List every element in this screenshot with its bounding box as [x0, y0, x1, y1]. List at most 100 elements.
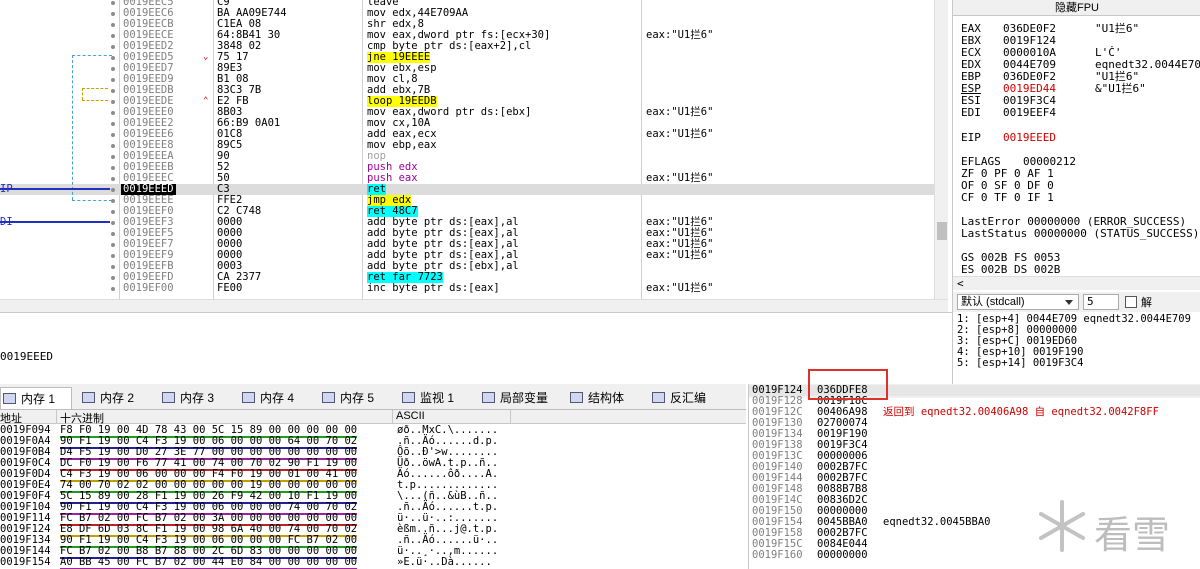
- disasm-icon: [652, 392, 665, 403]
- breakpoint-dot[interactable]: [111, 23, 115, 27]
- watermark-text: 看雪: [1094, 515, 1171, 557]
- breakpoint-dot[interactable]: [111, 243, 115, 247]
- dump-hex[interactable]: A0 BB 45 00 FC B7 02 00 44 E0 84 00 00 0…: [60, 557, 358, 569]
- register-comment: &"U1拦6": [1095, 82, 1146, 95]
- breakpoint-dot[interactable]: [111, 12, 115, 16]
- registers-pane[interactable]: 隐藏FPU EAX 036DE0F2 "U1拦6" EBX 0019F124 ECX 000…: [952, 0, 1200, 292]
- scrollbar-thumb[interactable]: [937, 222, 947, 240]
- tab-label: 反汇编: [670, 391, 707, 405]
- chevron-down-icon[interactable]: [1065, 300, 1073, 305]
- breakpoint-dot[interactable]: [111, 56, 115, 60]
- stack-value[interactable]: 00000000: [817, 550, 868, 561]
- breakpoint-dot[interactable]: [111, 155, 115, 159]
- disasm-comment: eax:"U1拦6": [646, 128, 714, 140]
- register-hscroll[interactable]: <: [953, 276, 1200, 290]
- jump-up-arrow-icon: ⌃: [203, 96, 209, 106]
- disasm-address: 0019EF00: [123, 282, 174, 294]
- register-value[interactable]: 0019EEED: [1003, 132, 1056, 144]
- breakpoint-dot[interactable]: [111, 1, 115, 5]
- memory-icon: [322, 392, 335, 403]
- memory-icon: [242, 392, 255, 403]
- tab-memory-4[interactable]: 内存 4: [240, 387, 318, 409]
- tab-locals[interactable]: 局部变量: [480, 387, 558, 409]
- stack-comment: eqnedt32.0045BBA0: [883, 516, 991, 528]
- tab-label: 内存 2: [100, 391, 135, 405]
- arguments-pane[interactable]: 1: [esp+4] 0044E709 eqnedt32.0044E709 2: …: [952, 312, 1200, 384]
- tab-memory-2[interactable]: 内存 2: [80, 387, 158, 409]
- jump-line: [72, 55, 112, 56]
- breakpoint-dot[interactable]: [111, 265, 115, 269]
- eip-pointer-line: [0, 188, 110, 190]
- loop-line: [82, 88, 83, 100]
- breakpoint-dot[interactable]: [111, 122, 115, 126]
- stack-address: 0019F160: [752, 549, 803, 561]
- breakpoint-dot[interactable]: [111, 144, 115, 148]
- info-address: 0019EEED: [0, 350, 53, 363]
- tab-watch-1[interactable]: 监视 1: [400, 387, 478, 409]
- breakpoint-dot[interactable]: [111, 100, 115, 104]
- lock-checkbox[interactable]: [1125, 296, 1137, 308]
- memory-icon: [82, 392, 95, 403]
- breakpoint-dot[interactable]: [111, 78, 115, 82]
- call-convention-bar: 默认 (stdcall) 5 解: [952, 292, 1200, 312]
- disasm-row[interactable]: 0019EF00 FE00 inc byte ptr ds:[eax] eax:"U1…: [0, 283, 948, 294]
- locals-icon: [482, 392, 495, 403]
- snowflake-logo: [1034, 498, 1090, 554]
- disasm-instruction: inc byte ptr ds:[eax]: [367, 282, 500, 294]
- loop-line: [82, 88, 108, 89]
- disasm-comment: eax:"U1拦6": [646, 29, 714, 41]
- breakpoint-dot[interactable]: [111, 34, 115, 38]
- breakpoint-dot[interactable]: [111, 287, 115, 291]
- disassembly-pane[interactable]: 0019EEC5 C9 leave 0019EEC6 BA AA09E744 mov ed…: [0, 0, 948, 299]
- breakpoint-dot[interactable]: [111, 111, 115, 115]
- arg-count-spinner[interactable]: 5: [1083, 294, 1119, 310]
- memory-icon: [162, 392, 175, 403]
- col-ascii-header[interactable]: ASCII: [396, 410, 425, 422]
- tab-disasm[interactable]: 反汇编: [650, 387, 728, 409]
- call-convention-select[interactable]: 默认 (stdcall): [957, 294, 1079, 310]
- tab-memory-3[interactable]: 内存 3: [160, 387, 238, 409]
- jump-line: [72, 200, 112, 201]
- tab-memory-1[interactable]: 内存 1: [0, 387, 72, 409]
- disasm-comment: eax:"U1拦6": [646, 249, 714, 261]
- stack-comment: 返回到 eqnedt32.00406A98 自 eqnedt32.0042F8F…: [883, 406, 1159, 418]
- breakpoint-dot[interactable]: [111, 221, 115, 225]
- disasm-comment: eax:"U1拦6": [646, 282, 714, 294]
- breakpoint-dot[interactable]: [111, 89, 115, 93]
- breakpoint-dot[interactable]: [111, 67, 115, 71]
- breakpoint-dot[interactable]: [111, 188, 115, 192]
- breakpoint-dot[interactable]: [111, 210, 115, 214]
- hide-fpu-button[interactable]: 隐藏FPU: [953, 0, 1200, 16]
- disasm-comment: eax:"U1拦6": [646, 172, 714, 184]
- breakpoint-dot[interactable]: [111, 232, 115, 236]
- tab-label: 局部变量: [500, 391, 549, 405]
- horizontal-scrollbar[interactable]: [0, 299, 948, 312]
- dump-header: 地址 十六进制 ASCII: [0, 410, 746, 425]
- eip-label: IP: [0, 183, 13, 195]
- argument-row[interactable]: 5: [esp+14] 0019F3C4: [957, 358, 1083, 369]
- loop-line: [82, 100, 108, 101]
- tab-label: 监视 1: [420, 391, 455, 405]
- breakpoint-dot[interactable]: [111, 133, 115, 137]
- register-name: EDI: [961, 106, 981, 119]
- tab-label: 内存 1: [21, 392, 56, 406]
- breakpoint-dot[interactable]: [111, 254, 115, 258]
- laststatus-row: LastStatus 00000000 (STATUS_SUCCESS): [961, 227, 1200, 240]
- lock-label: 解: [1141, 297, 1152, 309]
- register-value[interactable]: 0019EEF4: [1003, 107, 1056, 119]
- breakpoint-dot[interactable]: [111, 177, 115, 181]
- scroll-left-icon[interactable]: <: [957, 277, 964, 290]
- breakpoint-dot[interactable]: [111, 166, 115, 170]
- memory-dump-pane[interactable]: 地址 十六进制 ASCII 0019F094 F8 F0 19 00 4D 78 …: [0, 410, 746, 569]
- breakpoint-dot[interactable]: [111, 276, 115, 280]
- tab-label: 内存 3: [180, 391, 215, 405]
- tab-struct[interactable]: 结构体: [568, 387, 646, 409]
- breakpoint-dot[interactable]: [111, 45, 115, 49]
- jump-down-arrow-icon: ⌄: [203, 52, 209, 62]
- tab-memory-5[interactable]: 内存 5: [320, 387, 398, 409]
- tab-label: 内存 4: [260, 391, 295, 405]
- dump-ascii[interactable]: »E.ü·..Dà......: [397, 557, 492, 568]
- edi-label: DI: [0, 216, 13, 228]
- scrollbar[interactable]: [934, 0, 948, 299]
- dump-tabbar: 内存 1 内存 2 内存 3 内存 4 内存 5 监视 1 局部变量 结构体 反汇编: [0, 384, 746, 410]
